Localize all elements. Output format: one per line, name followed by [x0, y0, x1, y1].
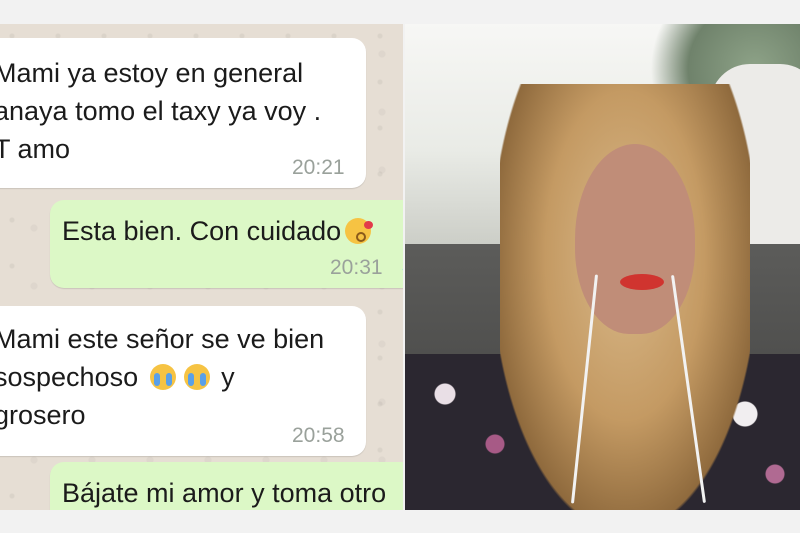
crying-emoji-icon	[149, 364, 176, 390]
collage: Mami ya estoy en general anaya tomo el t…	[0, 0, 800, 533]
chat-screenshot: Mami ya estoy en general anaya tomo el t…	[0, 24, 403, 510]
message-time: 20:21	[292, 156, 345, 179]
crying-emoji-icon	[183, 364, 210, 390]
message-line-1: Mami este señor se ve bien	[0, 324, 325, 354]
message-line-2: sospechoso y	[0, 362, 235, 392]
message-line-3: grosero	[0, 400, 86, 430]
message-text: Bájate mi amor y toma otro	[62, 478, 387, 508]
read-receipt-icon: ✓	[400, 258, 403, 279]
outgoing-message-2: Bájate mi amor y toma otro	[50, 462, 403, 510]
outgoing-message-1: Esta bien. Con cuidado 20:31 ✓	[50, 200, 403, 288]
incoming-message-2: Mami este señor se ve bien sospechoso y …	[0, 306, 366, 456]
message-text-content: Esta bien. Con cuidado	[62, 216, 342, 246]
message-time: 20:31	[330, 256, 383, 279]
message-text: Mami ya estoy en general anaya tomo el t…	[0, 58, 322, 164]
red-lips	[620, 274, 664, 290]
incoming-message-1: Mami ya estoy en general anaya tomo el t…	[0, 38, 366, 188]
portrait-photo	[405, 24, 800, 510]
kiss-emoji-icon	[345, 218, 374, 244]
message-time: 20:58	[292, 424, 345, 447]
message-text: Esta bien. Con cuidado	[62, 212, 375, 250]
message-text: Mami este señor se ve bien sospechoso y …	[0, 320, 324, 434]
